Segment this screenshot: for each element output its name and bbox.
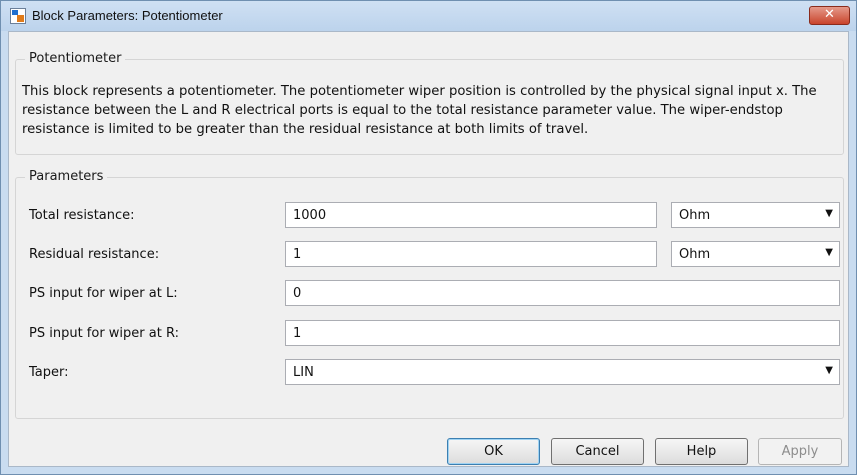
- parameters-group-label: Parameters: [25, 169, 108, 184]
- ps-input-wiper-r-label: PS input for wiper at R:: [29, 326, 179, 341]
- total-resistance-input[interactable]: 1000: [285, 202, 657, 228]
- description-group-label: Potentiometer: [25, 51, 126, 66]
- total-resistance-unit-select[interactable]: Ohm ▼: [671, 202, 840, 228]
- dialog-window: Block Parameters: Potentiometer ✕ Potent…: [0, 0, 857, 475]
- title-bar[interactable]: Block Parameters: Potentiometer ✕: [1, 1, 856, 31]
- close-button[interactable]: ✕: [809, 6, 850, 25]
- help-button[interactable]: Help: [655, 438, 748, 465]
- chevron-down-icon: ▼: [825, 365, 833, 376]
- residual-resistance-label: Residual resistance:: [29, 247, 160, 262]
- total-resistance-label: Total resistance:: [29, 208, 135, 223]
- total-resistance-unit-value: Ohm: [679, 208, 711, 223]
- taper-label: Taper:: [29, 365, 69, 380]
- window-title: Block Parameters: Potentiometer: [32, 8, 223, 23]
- ps-input-wiper-l-label: PS input for wiper at L:: [29, 286, 178, 301]
- ps-input-wiper-l-input[interactable]: 0: [285, 280, 840, 306]
- residual-resistance-unit-value: Ohm: [679, 247, 711, 262]
- ps-input-wiper-r-input[interactable]: 1: [285, 320, 840, 346]
- simulink-block-icon: [10, 8, 26, 24]
- cancel-button[interactable]: Cancel: [551, 438, 644, 465]
- description-group: Potentiometer This block represents a po…: [15, 51, 844, 155]
- chevron-down-icon: ▼: [825, 208, 833, 219]
- residual-resistance-input[interactable]: 1: [285, 241, 657, 267]
- residual-resistance-unit-select[interactable]: Ohm ▼: [671, 241, 840, 267]
- ok-button[interactable]: OK: [447, 438, 540, 465]
- dialog-body: Potentiometer This block represents a po…: [8, 31, 849, 467]
- taper-value: LIN: [293, 365, 314, 380]
- chevron-down-icon: ▼: [825, 247, 833, 258]
- apply-button: Apply: [758, 438, 842, 465]
- taper-select[interactable]: LIN ▼: [285, 359, 840, 385]
- block-description: This block represents a potentiometer. T…: [22, 84, 817, 137]
